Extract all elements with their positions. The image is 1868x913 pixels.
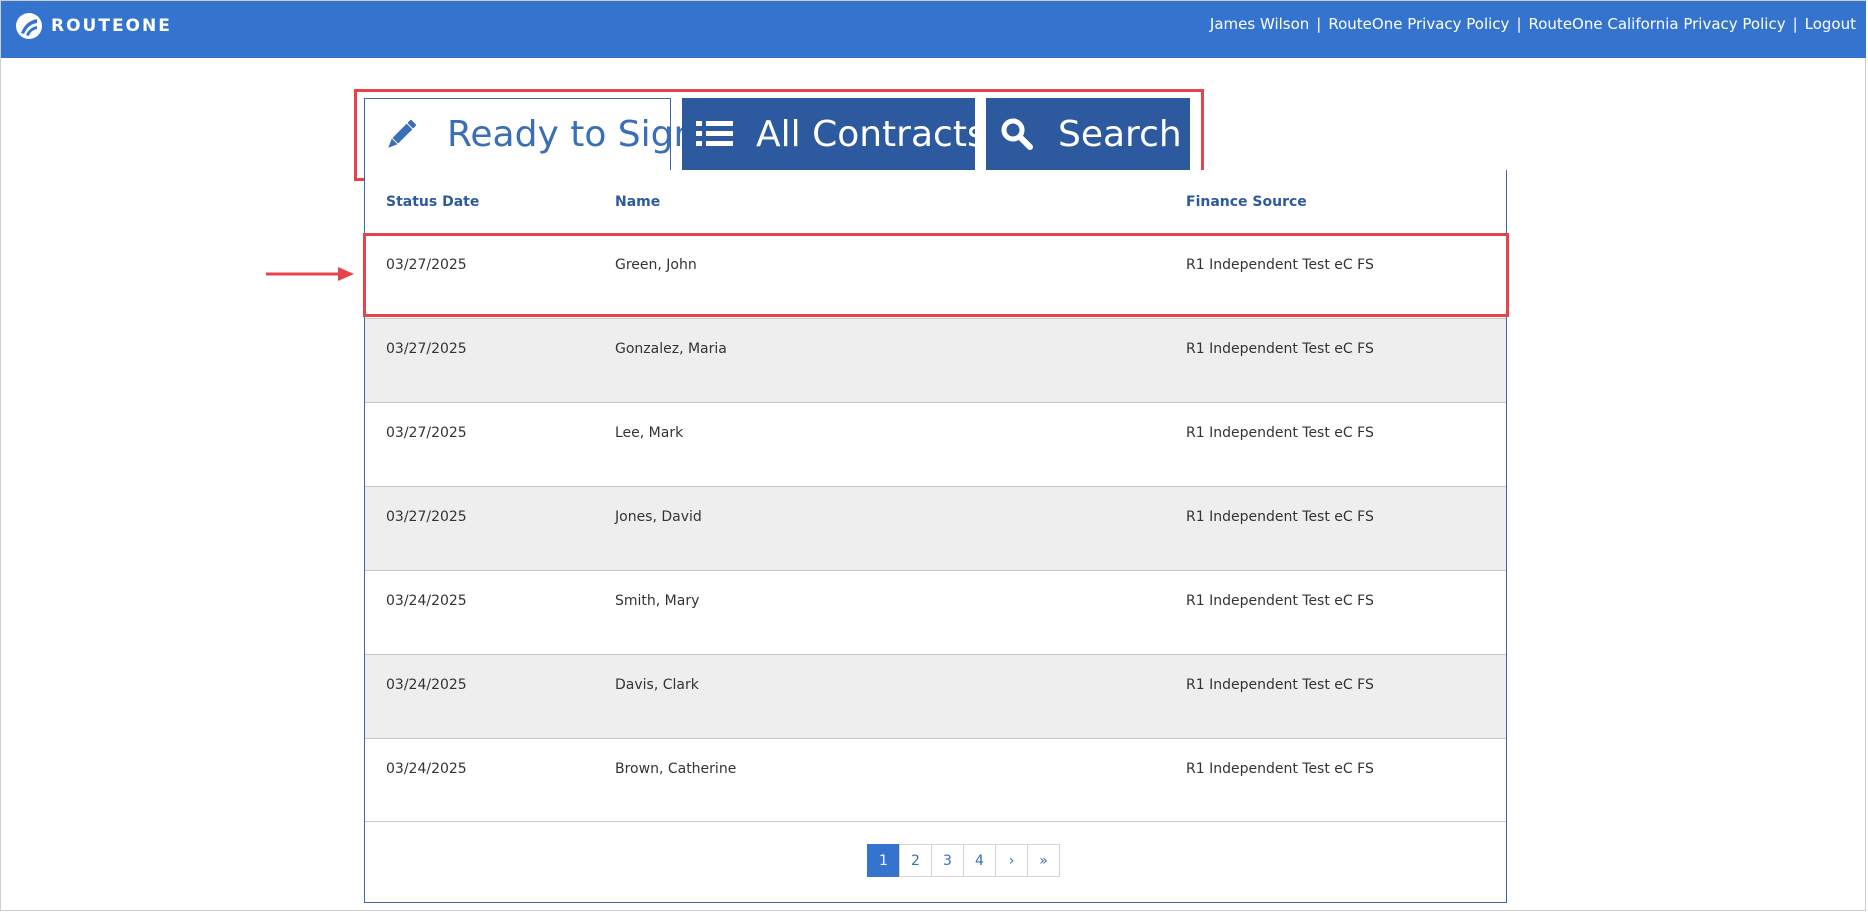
name-cell: Brown, Catherine: [615, 761, 737, 777]
name-cell: Davis, Clark: [615, 677, 699, 693]
page-3-button[interactable]: 3: [931, 844, 964, 877]
column-header-status-date[interactable]: Status Date: [386, 194, 479, 210]
table-row[interactable]: 03/24/2025 Brown, Catherine R1 Independe…: [365, 738, 1506, 822]
pencil-icon: [381, 115, 421, 155]
table-row[interactable]: 03/27/2025 Green, John R1 Independent Te…: [365, 234, 1506, 318]
user-bar: James Wilson | RouteOne Privacy Policy |…: [1210, 15, 1856, 33]
name-cell: Gonzalez, Maria: [615, 341, 727, 357]
status-date-cell: 03/24/2025: [386, 593, 467, 609]
arrow-right-icon: [266, 267, 354, 281]
list-icon: [696, 117, 734, 151]
logout-link[interactable]: Logout: [1805, 15, 1856, 33]
table-row[interactable]: 03/24/2025 Smith, Mary R1 Independent Te…: [365, 570, 1506, 654]
brand-logo[interactable]: ROUTEONE: [15, 11, 172, 41]
tab-all-contracts[interactable]: All Contracts: [682, 98, 986, 170]
finance-source-cell: R1 Independent Test eC FS: [1186, 341, 1374, 357]
tab-label: Search: [1058, 113, 1182, 155]
table-row[interactable]: 03/27/2025 Jones, David R1 Independent T…: [365, 486, 1506, 570]
tab-label: All Contracts: [756, 113, 986, 155]
name-cell: Smith, Mary: [615, 593, 700, 609]
table-row[interactable]: 03/27/2025 Lee, Mark R1 Independent Test…: [365, 402, 1506, 486]
table-row[interactable]: 03/27/2025 Gonzalez, Maria R1 Independen…: [365, 318, 1506, 402]
tab-search[interactable]: Search: [986, 98, 1190, 170]
column-header-finance-source[interactable]: Finance Source: [1186, 194, 1307, 210]
contracts-table-panel: Status Date Name Finance Source 03/27/20…: [364, 170, 1507, 903]
search-icon: [1000, 117, 1034, 151]
finance-source-cell: R1 Independent Test eC FS: [1186, 509, 1374, 525]
status-date-cell: 03/27/2025: [386, 425, 467, 441]
name-cell: Green, John: [615, 257, 697, 273]
next-page-button[interactable]: ›: [995, 844, 1028, 877]
column-header-name[interactable]: Name: [615, 194, 660, 210]
name-cell: Lee, Mark: [615, 425, 684, 441]
name-cell: Jones, David: [615, 509, 702, 525]
status-date-cell: 03/24/2025: [386, 761, 467, 777]
routeone-logo-icon: [16, 13, 42, 39]
status-date-cell: 03/27/2025: [386, 341, 467, 357]
status-date-cell: 03/27/2025: [386, 509, 467, 525]
privacy-policy-link[interactable]: RouteOne Privacy Policy: [1328, 15, 1509, 33]
finance-source-cell: R1 Independent Test eC FS: [1186, 425, 1374, 441]
table-header: Status Date Name Finance Source: [365, 170, 1506, 234]
user-name: James Wilson: [1209, 15, 1310, 33]
pagination: 1 2 3 4 › »: [867, 844, 1060, 877]
finance-source-cell: R1 Independent Test eC FS: [1186, 677, 1374, 693]
page-1-button[interactable]: 1: [867, 844, 900, 877]
california-privacy-policy-link[interactable]: RouteOne California Privacy Policy: [1529, 15, 1786, 33]
separator: |: [1516, 15, 1522, 33]
brand-name: ROUTEONE: [51, 16, 172, 36]
separator: |: [1792, 15, 1798, 33]
page-4-button[interactable]: 4: [963, 844, 996, 877]
status-date-cell: 03/24/2025: [386, 677, 467, 693]
separator: |: [1316, 15, 1322, 33]
finance-source-cell: R1 Independent Test eC FS: [1186, 593, 1374, 609]
finance-source-cell: R1 Independent Test eC FS: [1186, 761, 1374, 777]
status-date-cell: 03/27/2025: [386, 257, 467, 273]
table-row[interactable]: 03/24/2025 Davis, Clark R1 Independent T…: [365, 654, 1506, 738]
tab-ready-to-sign[interactable]: Ready to Sign: [364, 98, 696, 170]
top-header: ROUTEONE James Wilson | RouteOne Privacy…: [1, 1, 1866, 58]
last-page-button[interactable]: »: [1027, 844, 1060, 877]
tab-label: Ready to Sign: [447, 114, 697, 155]
page-2-button[interactable]: 2: [899, 844, 932, 877]
finance-source-cell: R1 Independent Test eC FS: [1186, 257, 1374, 273]
